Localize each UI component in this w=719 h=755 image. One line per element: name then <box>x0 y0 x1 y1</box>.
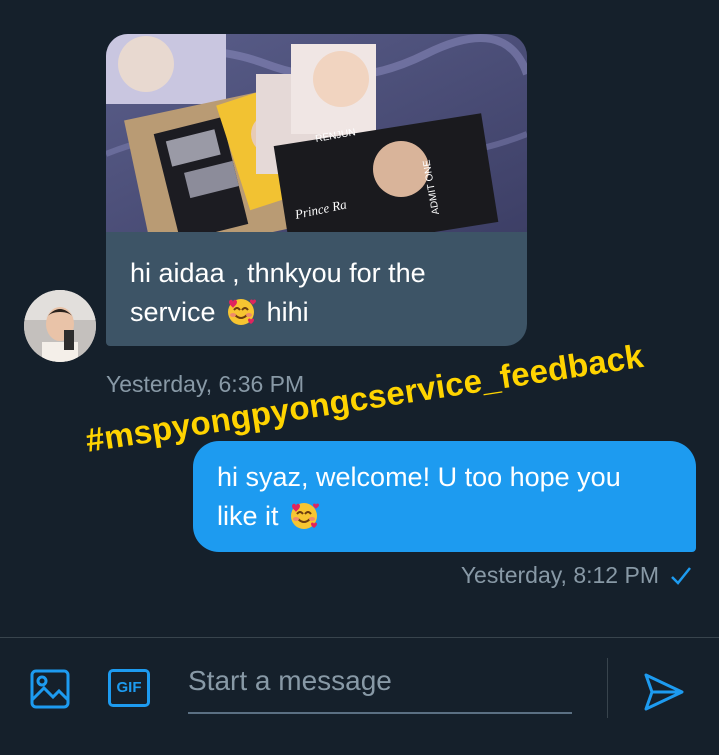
outgoing-message-bubble[interactable]: hi syaz, welcome! U too hope you like it <box>193 441 696 552</box>
gif-button[interactable]: GIF <box>108 669 150 707</box>
gif-icon-label: GIF <box>116 679 142 696</box>
message-photo[interactable]: RENJUN ADMIT ONE Prince Ra <box>106 34 527 232</box>
outgoing-timestamp: Yesterday, 8:12 PM <box>460 562 659 588</box>
send-icon[interactable] <box>641 669 687 715</box>
outgoing-message-line2: like it <box>217 501 279 531</box>
sender-avatar[interactable] <box>24 290 96 362</box>
composer-divider <box>607 658 608 718</box>
message-input-placeholder: Start a message <box>188 665 392 696</box>
read-check-icon <box>671 567 691 585</box>
incoming-message-line1: hi aidaa , thnkyou for the <box>130 258 426 288</box>
image-icon[interactable] <box>29 668 71 710</box>
message-input[interactable]: Start a message <box>188 658 572 714</box>
message-composer: GIF Start a message <box>0 637 719 755</box>
incoming-message-bubble[interactable]: hi aidaa , thnkyou for the service hihi <box>106 232 527 346</box>
smiling-hearts-emoji <box>288 499 320 531</box>
incoming-message-line2b: hihi <box>266 297 309 327</box>
outgoing-message-line1: hi syaz, welcome! U too hope you <box>217 462 621 492</box>
incoming-message-line2a: service <box>130 297 216 327</box>
smiling-hearts-emoji <box>225 295 257 327</box>
